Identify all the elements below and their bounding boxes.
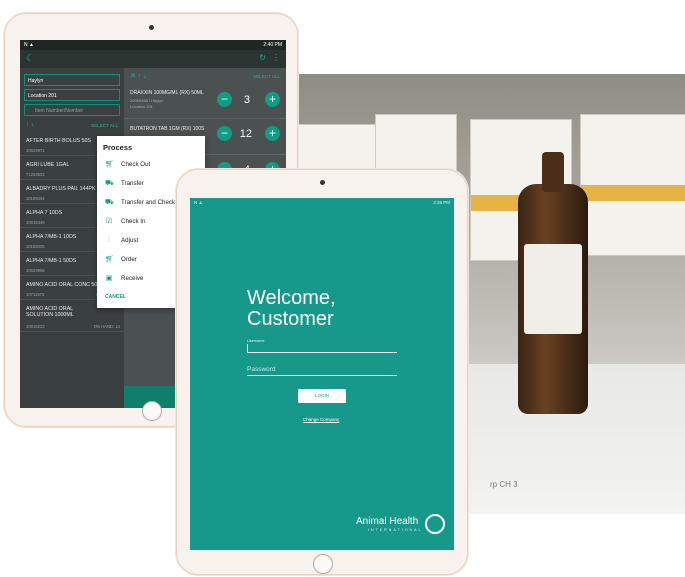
selected-row[interactable]: DRAXXIN 100MG/ML (RX) 50ML 10050465 / Ha… [124, 82, 286, 119]
quantity-value: 3 [243, 94, 250, 106]
app-bar: ☾ ↻ ⋮ [20, 50, 286, 68]
status-bar: N ▲ 2:40 PM [20, 40, 286, 50]
status-time: 2:40 PM [263, 42, 282, 48]
box-icon: ▣ [105, 275, 113, 282]
camera [320, 180, 325, 185]
cancel-button[interactable]: CANCEL [105, 294, 126, 300]
user-filter[interactable]: Haylyn [24, 74, 120, 86]
brand-subtitle: INTERNATIONAL [368, 528, 423, 532]
decrement-button[interactable]: − [217, 92, 232, 107]
check-icon: ☑ [105, 218, 113, 225]
select-all-left[interactable]: SELECT ALL [91, 123, 118, 128]
select-all-right[interactable]: SELECT ALL [253, 74, 280, 79]
quantity-value: 12 [239, 128, 252, 140]
notification-icon: N ▲ [194, 200, 203, 205]
location-filter[interactable]: Location 201 [24, 89, 120, 101]
sync-icon[interactable]: ↻ [259, 53, 266, 62]
decrement-button[interactable]: − [217, 126, 232, 141]
login-button[interactable]: LOGIN [298, 389, 346, 403]
status-time: 2:39 PM [433, 200, 450, 205]
truck-icon: ⛟ [105, 199, 114, 206]
process-menu-title: Process [103, 143, 133, 152]
more-icon[interactable]: ⋮ [272, 53, 280, 62]
username-cursor [247, 344, 248, 352]
welcome-heading: Welcome, Customer [247, 287, 336, 330]
username-field[interactable] [247, 352, 397, 353]
truck-icon: ⛟ [105, 180, 114, 187]
shelf-label-text: rp CH 3 [490, 480, 518, 489]
sliders-icon: ⫶ [108, 237, 110, 244]
front-tablet: N ▲ 2:39 PM Welcome, Customer Username P… [176, 169, 468, 575]
password-underline [247, 375, 397, 376]
app-logo-icon: ☾ [26, 53, 35, 63]
camera [149, 25, 154, 30]
home-button[interactable] [142, 401, 162, 421]
home-button[interactable] [313, 554, 333, 574]
login-screen: N ▲ 2:39 PM Welcome, Customer Username P… [190, 198, 454, 550]
sort-icon[interactable]: ↑ ↓ [26, 122, 34, 128]
username-label: Username [247, 339, 265, 343]
cart-icon: 🛒︎ [105, 161, 114, 168]
close-sort-icons[interactable]: ✕ ↑ ↓ [130, 72, 147, 80]
cart-icon: 🛒︎ [105, 256, 114, 263]
change-company-link[interactable]: Change Company [303, 417, 339, 422]
status-bar: N ▲ 2:39 PM [190, 198, 454, 207]
item-number-input[interactable]: Item Number/Number [24, 104, 120, 116]
notification-icon: N ▲ [24, 42, 34, 48]
increment-button[interactable]: + [265, 92, 280, 107]
increment-button[interactable]: + [265, 126, 280, 141]
medicine-box [580, 114, 685, 256]
brand-name: Animal Health [356, 516, 419, 527]
password-field[interactable]: Password [247, 366, 276, 373]
animal-health-logo-icon [425, 514, 445, 534]
medicine-bottle [518, 152, 588, 414]
